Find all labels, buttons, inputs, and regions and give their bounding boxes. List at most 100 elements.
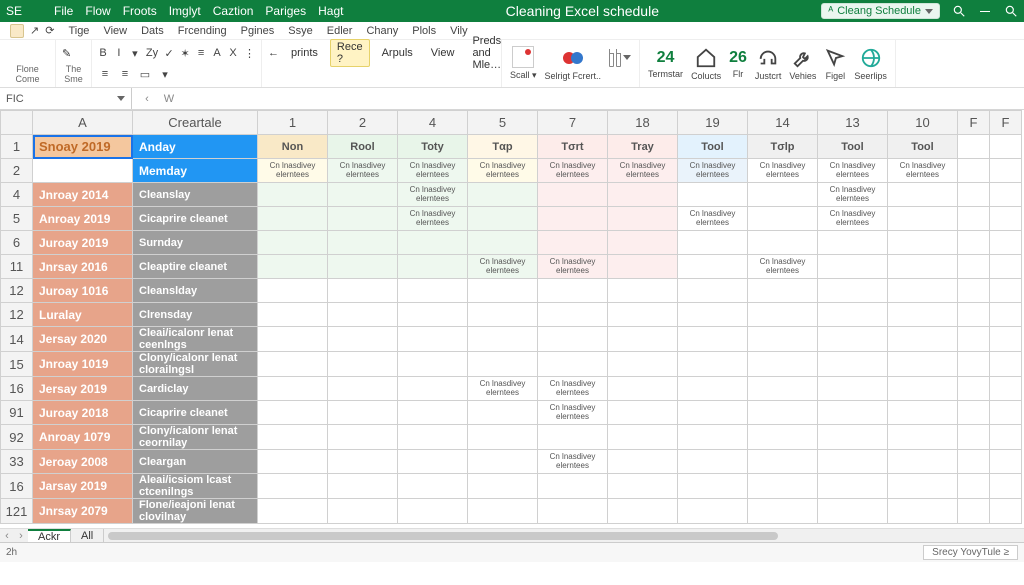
cell-D[interactable] — [468, 450, 538, 474]
cell-D[interactable] — [328, 499, 398, 524]
cell-F[interactable] — [958, 207, 990, 231]
cell-F[interactable] — [958, 279, 990, 303]
cell-A[interactable]: Anroay 1079 — [33, 425, 133, 450]
cell-A[interactable]: Jarsay 2019 — [33, 474, 133, 499]
cell-D[interactable] — [748, 401, 818, 425]
D1-1[interactable]: Rool — [328, 135, 398, 159]
cell-A[interactable]: Jnroay 1019 — [33, 352, 133, 377]
cell-F[interactable] — [958, 425, 990, 450]
A1[interactable]: Snoay 2019 — [33, 135, 133, 159]
cell-D[interactable] — [608, 183, 678, 207]
cell-B[interactable]: Cleanslay — [133, 183, 258, 207]
cell-D[interactable] — [678, 450, 748, 474]
cell-D[interactable] — [678, 352, 748, 377]
cell-D[interactable] — [258, 255, 328, 279]
align3[interactable]: ▭ — [138, 67, 152, 81]
cell-A[interactable]: Juroay 2018 — [33, 401, 133, 425]
cell-D[interactable] — [258, 183, 328, 207]
cell-D[interactable] — [818, 474, 888, 499]
D2-3[interactable]: Cn lnasdivey elerntees — [468, 159, 538, 183]
cell-F[interactable] — [990, 231, 1022, 255]
cell-D[interactable] — [888, 450, 958, 474]
F2b[interactable] — [990, 159, 1022, 183]
cell-D[interactable] — [608, 303, 678, 327]
arpuls-button[interactable]: Arpuls — [376, 46, 419, 60]
cell-F[interactable] — [958, 327, 990, 352]
col-F[interactable]: F — [958, 111, 990, 135]
cell-D[interactable] — [608, 327, 678, 352]
cell-A[interactable]: Juroay 1016 — [33, 279, 133, 303]
cell-B[interactable]: Cleaptire cleanet — [133, 255, 258, 279]
font-drop[interactable]: ▾ — [130, 46, 140, 60]
rece-button[interactable]: Rece ? — [330, 39, 370, 67]
D2-4[interactable]: Cn lnasdivey elerntees — [538, 159, 608, 183]
cell-D[interactable] — [678, 279, 748, 303]
row-hdr[interactable]: 16 — [1, 474, 33, 499]
cell-D[interactable] — [818, 279, 888, 303]
cell-D[interactable] — [538, 327, 608, 352]
cell-B[interactable]: Clony/icalonr lenat ceornilay — [133, 425, 258, 450]
row-hdr[interactable]: 121 — [1, 499, 33, 524]
cell-D[interactable] — [258, 352, 328, 377]
cell-D[interactable] — [328, 377, 398, 401]
prints-button[interactable]: prints — [285, 46, 324, 60]
check-button[interactable]: ✓ — [164, 46, 174, 60]
scroll-left-icon[interactable]: ‹ — [0, 530, 14, 542]
cell-D[interactable] — [818, 231, 888, 255]
cell-D[interactable] — [468, 425, 538, 450]
cell-D[interactable] — [538, 207, 608, 231]
cell-D[interactable] — [608, 231, 678, 255]
cell-D[interactable] — [608, 279, 678, 303]
cell-D[interactable] — [258, 499, 328, 524]
align-drop[interactable]: ▾ — [158, 67, 172, 81]
align2[interactable]: ≡ — [118, 67, 132, 81]
scall-dropdown[interactable]: Scall ▾ — [510, 46, 537, 81]
cell-D[interactable] — [468, 303, 538, 327]
zy-button[interactable]: Zy — [146, 46, 158, 60]
col-F2[interactable]: F — [990, 111, 1022, 135]
rtab-vily[interactable]: Vily — [450, 25, 468, 37]
cell-D[interactable] — [258, 303, 328, 327]
menu-file[interactable]: File — [54, 4, 73, 18]
row-hdr[interactable]: 12 — [1, 279, 33, 303]
view-button[interactable]: View — [425, 46, 461, 60]
menu-pariges[interactable]: Pariges — [265, 4, 306, 18]
cell-D[interactable]: Cn lnasdivey elerntees — [678, 207, 748, 231]
col-D8[interactable]: 13 — [818, 111, 888, 135]
cell-D[interactable] — [818, 255, 888, 279]
cell-D[interactable] — [398, 450, 468, 474]
cell-D[interactable] — [468, 499, 538, 524]
cell-D[interactable] — [678, 327, 748, 352]
row-hdr[interactable]: 33 — [1, 450, 33, 474]
cell-D[interactable] — [398, 303, 468, 327]
cell-D[interactable] — [538, 183, 608, 207]
cell-B[interactable]: Flone/ieajoni lenat clovilnay — [133, 499, 258, 524]
name-box[interactable]: FIC — [0, 88, 132, 109]
format-painter-icon[interactable]: ✎ — [62, 47, 71, 60]
cell-F[interactable] — [958, 231, 990, 255]
cell-F[interactable] — [990, 450, 1022, 474]
sheet-tab-other[interactable]: All — [71, 529, 104, 542]
cell-D[interactable] — [678, 303, 748, 327]
cell-D[interactable]: Cn lnasdivey elerntees — [818, 207, 888, 231]
cell-B[interactable]: Cicaprire cleanet — [133, 207, 258, 231]
D1-5[interactable]: Tray — [608, 135, 678, 159]
clipboard-icon[interactable] — [6, 42, 28, 64]
cell-D[interactable] — [468, 401, 538, 425]
qa-refresh-icon[interactable]: ⟳ — [45, 24, 54, 37]
cell-D[interactable] — [888, 183, 958, 207]
cell-B[interactable]: Clrensday — [133, 303, 258, 327]
F1b[interactable] — [990, 135, 1022, 159]
cell-B[interactable]: Aleai/icsiom lcast ctcenilngs — [133, 474, 258, 499]
cell-D[interactable] — [818, 303, 888, 327]
cell-D[interactable] — [258, 474, 328, 499]
cell-D[interactable] — [258, 401, 328, 425]
cell-A[interactable]: Jeroay 2008 — [33, 450, 133, 474]
D2-2[interactable]: Cn lnasdivey elerntees — [398, 159, 468, 183]
cell-D[interactable] — [748, 231, 818, 255]
row-hdr[interactable]: 92 — [1, 425, 33, 450]
cell-F[interactable] — [990, 303, 1022, 327]
cell-D[interactable] — [258, 425, 328, 450]
D2-6[interactable]: Cn lnasdivey elerntees — [678, 159, 748, 183]
cell-D[interactable] — [328, 183, 398, 207]
